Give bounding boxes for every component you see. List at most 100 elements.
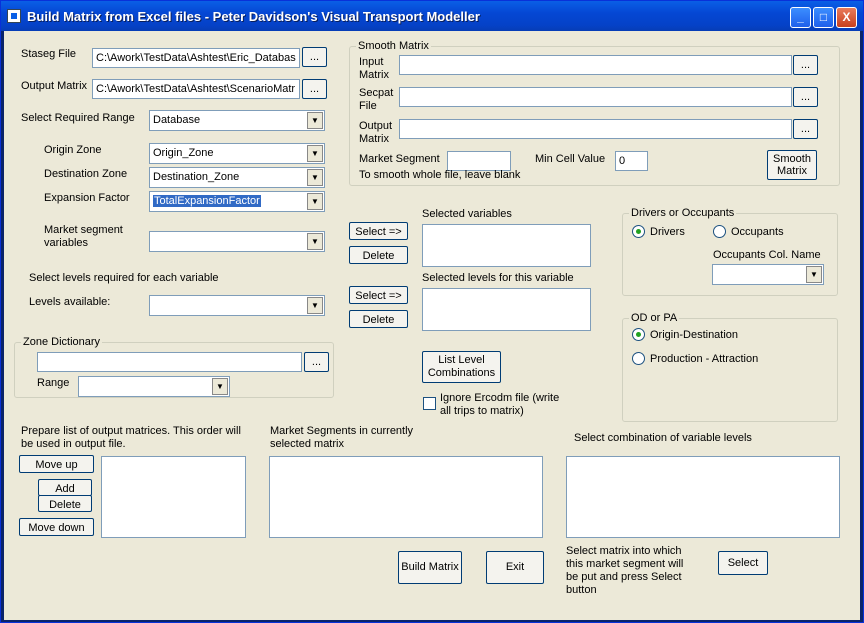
market-segment-select[interactable]: ▼ <box>149 231 325 252</box>
chevron-down-icon[interactable]: ▼ <box>212 378 228 395</box>
levels-note: Select levels required for each variable <box>29 272 219 284</box>
origin-destination-radio[interactable] <box>632 328 645 341</box>
drivers-label: Drivers <box>650 226 685 238</box>
chevron-down-icon[interactable]: ▼ <box>307 145 323 162</box>
chevron-down-icon[interactable]: ▼ <box>307 112 323 129</box>
title-bar[interactable]: Build Matrix from Excel files - Peter Da… <box>1 1 863 31</box>
zone-range-label: Range <box>37 377 70 389</box>
delete-button[interactable]: Delete <box>38 495 92 512</box>
select-matrix-note-3: be put and press Select <box>566 571 682 583</box>
select-matrix-note-2: this market segment will <box>566 558 684 570</box>
maximize-button[interactable]: □ <box>813 7 834 28</box>
output-matrix-smooth-field[interactable] <box>399 119 792 139</box>
combination-label: Select combination of variable levels <box>574 432 752 444</box>
market-segment-smooth-field[interactable] <box>447 151 511 171</box>
od-pa-title: OD or PA <box>629 311 680 325</box>
selected-levels-list[interactable] <box>422 288 591 331</box>
origin-zone-select[interactable]: Origin_Zone ▼ <box>149 143 325 164</box>
market-segments-list[interactable] <box>269 456 543 538</box>
ignore-ercodm-label: Ignore Ercodm file (write <box>440 392 560 404</box>
chevron-down-icon[interactable]: ▼ <box>307 193 323 210</box>
expansion-factor-value: TotalExpansionFactor <box>153 195 261 207</box>
min-cell-label: Min Cell Value <box>535 153 606 165</box>
select-level-button[interactable]: Select => <box>349 286 408 304</box>
smooth-matrix-button[interactable]: Smooth Matrix <box>767 150 817 180</box>
expansion-factor-label: Expansion Factor <box>44 192 130 204</box>
input-matrix-label: Input <box>359 56 384 68</box>
occupants-col-select[interactable]: ▼ <box>712 264 824 285</box>
zone-dictionary-field[interactable] <box>37 352 302 372</box>
staseg-field[interactable]: C:\Awork\TestData\Ashtest\Eric_Databas <box>92 48 300 68</box>
minimize-button[interactable]: _ <box>790 7 811 28</box>
output-matrix-label: Output Matrix <box>21 80 88 92</box>
output-matrix-field[interactable]: C:\Awork\TestData\Ashtest\ScenarioMatr <box>92 79 300 99</box>
chevron-down-icon[interactable]: ▼ <box>307 169 323 186</box>
occupants-radio[interactable] <box>713 225 726 238</box>
input-matrix-label-2: Matrix <box>359 69 389 81</box>
smooth-matrix-group: Smooth Matrix Input Matrix ... Secpat Fi… <box>349 39 840 186</box>
levels-available-label: Levels available: <box>29 296 111 308</box>
expansion-factor-select[interactable]: TotalExpansionFactor ▼ <box>149 191 325 212</box>
select-matrix-button[interactable]: Select <box>718 551 768 575</box>
drivers-radio[interactable] <box>632 225 645 238</box>
move-up-button[interactable]: Move up <box>19 455 94 473</box>
min-cell-field[interactable]: 0 <box>615 151 648 171</box>
close-button[interactable]: X <box>836 7 857 28</box>
input-matrix-field[interactable] <box>399 55 792 75</box>
zone-dictionary-browse-button[interactable]: ... <box>304 352 329 372</box>
secpat-file-field[interactable] <box>399 87 792 107</box>
market-segments-label-2: selected matrix <box>270 438 344 450</box>
selected-variables-label: Selected variables <box>422 208 512 220</box>
destination-zone-select[interactable]: Destination_Zone ▼ <box>149 167 325 188</box>
input-matrix-browse-button[interactable]: ... <box>793 55 818 75</box>
exit-button[interactable]: Exit <box>486 551 544 584</box>
production-attraction-label: Production - Attraction <box>650 353 759 365</box>
zone-range-select[interactable]: ▼ <box>78 376 230 397</box>
secpat-file-browse-button[interactable]: ... <box>793 87 818 107</box>
window-title: Build Matrix from Excel files - Peter Da… <box>27 9 480 24</box>
smooth-whole-note: To smooth whole file, leave blank <box>359 169 521 181</box>
add-button[interactable]: Add <box>38 479 92 496</box>
prepare-list-note: Prepare list of output matrices. This or… <box>21 425 241 437</box>
secpat-file-label: Secpat <box>359 87 394 99</box>
zone-dictionary-group: Zone Dictionary ... Range ▼ <box>14 335 334 398</box>
staseg-browse-button[interactable]: ... <box>302 47 327 67</box>
secpat-file-label-2: File <box>359 100 377 112</box>
smooth-matrix-button-label-2: Matrix <box>777 165 807 177</box>
production-attraction-radio[interactable] <box>632 352 645 365</box>
chevron-down-icon[interactable]: ▼ <box>806 266 822 283</box>
destination-zone-value: Destination_Zone <box>153 171 240 183</box>
delete-level-button[interactable]: Delete <box>349 310 408 328</box>
levels-available-select[interactable]: ▼ <box>149 295 325 316</box>
market-segment-label-2: variables <box>44 237 89 249</box>
select-matrix-note-4: button <box>566 584 597 596</box>
selected-variables-list[interactable] <box>422 224 591 267</box>
delete-variable-button[interactable]: Delete <box>349 246 408 264</box>
output-matrix-smooth-browse-button[interactable]: ... <box>793 119 818 139</box>
market-segment-label: Market segment <box>44 224 123 236</box>
list-level-combinations-button[interactable]: List Level Combinations <box>422 351 501 383</box>
move-down-button[interactable]: Move down <box>19 518 94 536</box>
staseg-label: Staseg File <box>21 48 77 60</box>
combination-list[interactable] <box>566 456 840 538</box>
range-label: Select Required Range <box>21 112 135 124</box>
select-variable-button[interactable]: Select => <box>349 222 408 240</box>
smooth-matrix-title: Smooth Matrix <box>356 39 431 53</box>
chevron-down-icon[interactable]: ▼ <box>307 297 323 314</box>
smooth-matrix-button-label-1: Smooth <box>773 153 811 165</box>
list-level-label-2: Combinations <box>427 367 496 379</box>
od-pa-group: OD or PA Origin-Destination Production -… <box>622 311 838 422</box>
zone-dictionary-title: Zone Dictionary <box>21 335 103 349</box>
range-value: Database <box>153 114 201 126</box>
output-matrices-list[interactable] <box>101 456 246 538</box>
output-matrix-smooth-label-2: Matrix <box>359 133 389 145</box>
chevron-down-icon[interactable]: ▼ <box>307 233 323 250</box>
range-select[interactable]: Database ▼ <box>149 110 325 131</box>
market-segment-smooth-label: Market Segment <box>359 153 440 165</box>
ignore-ercodm-checkbox[interactable] <box>423 397 436 410</box>
drivers-occupants-title: Drivers or Occupants <box>629 206 737 220</box>
output-matrix-browse-button[interactable]: ... <box>302 79 327 99</box>
main-window: Build Matrix from Excel files - Peter Da… <box>0 0 864 623</box>
ignore-ercodm-label-2: all trips to matrix) <box>440 405 524 417</box>
build-matrix-button[interactable]: Build Matrix <box>398 551 462 584</box>
